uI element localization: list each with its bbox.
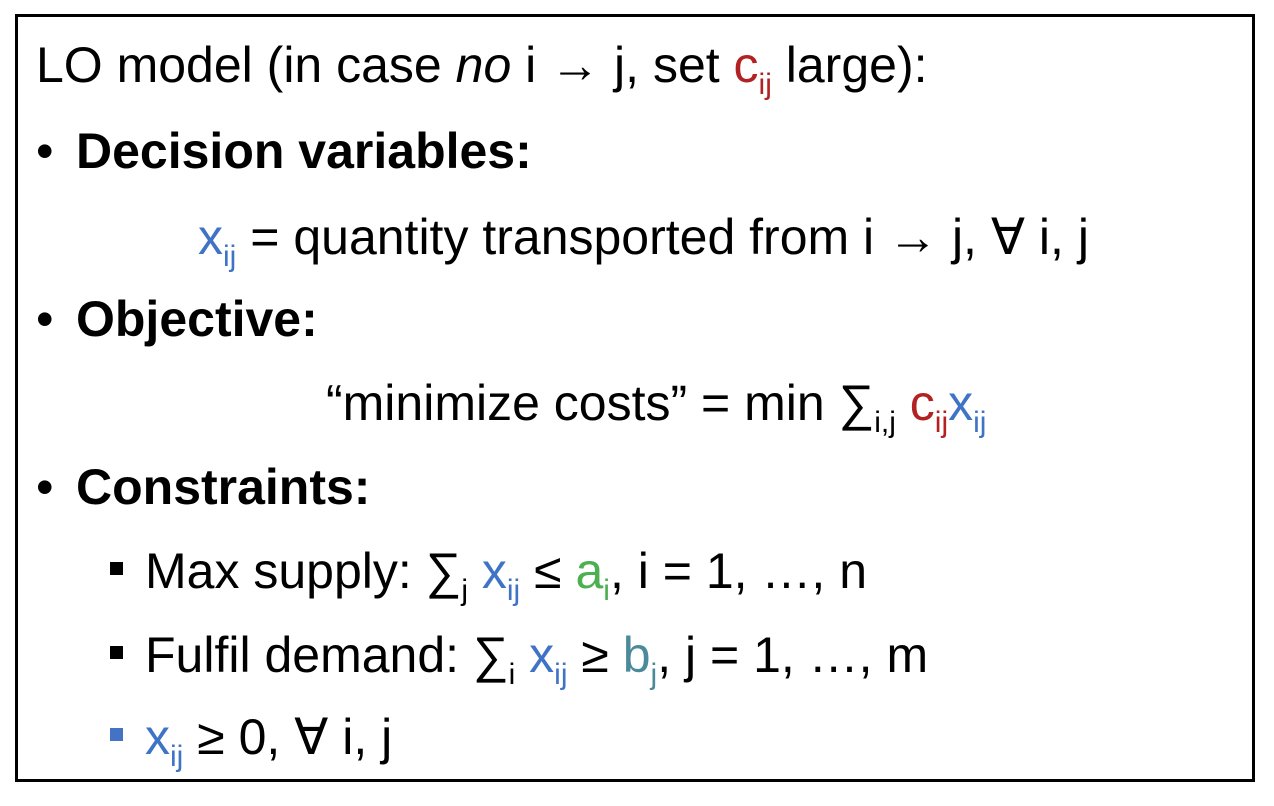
model-heading: LO model (in case no i → j, set cij larg… — [36, 37, 928, 101]
decision-variables-bullet: • Decision variables: — [36, 121, 532, 181]
objective-bullet: • Objective: — [36, 289, 318, 349]
decision-variables-label: Decision variables: — [76, 123, 532, 179]
objective-formula: “minimize costs” = min ∑i,j cijxij — [326, 375, 987, 439]
decision-variable-definition: xij = quantity transported from i → j, ∀… — [198, 209, 1089, 273]
bullet-dot: • — [36, 123, 54, 179]
square-bullet — [110, 728, 123, 742]
bullet-dot: • — [36, 459, 54, 515]
slide-frame: LO model (in case no i → j, set cij larg… — [15, 14, 1255, 782]
constraints-label: Constraints: — [76, 459, 371, 515]
bullet-dot: • — [36, 291, 54, 347]
fulfil-demand-constraint: Fulfil demand: ∑i xij ≥ bj, j = 1, …, m — [110, 625, 928, 690]
max-supply-constraint: Max supply: ∑j xij ≤ ai, i = 1, …, n — [110, 541, 867, 606]
nonnegativity-constraint: xij ≥ 0, ∀ i, j — [110, 707, 392, 772]
objective-label: Objective: — [76, 291, 318, 347]
square-bullet — [110, 562, 123, 576]
constraints-bullet: • Constraints: — [36, 457, 370, 517]
square-bullet — [110, 646, 123, 660]
